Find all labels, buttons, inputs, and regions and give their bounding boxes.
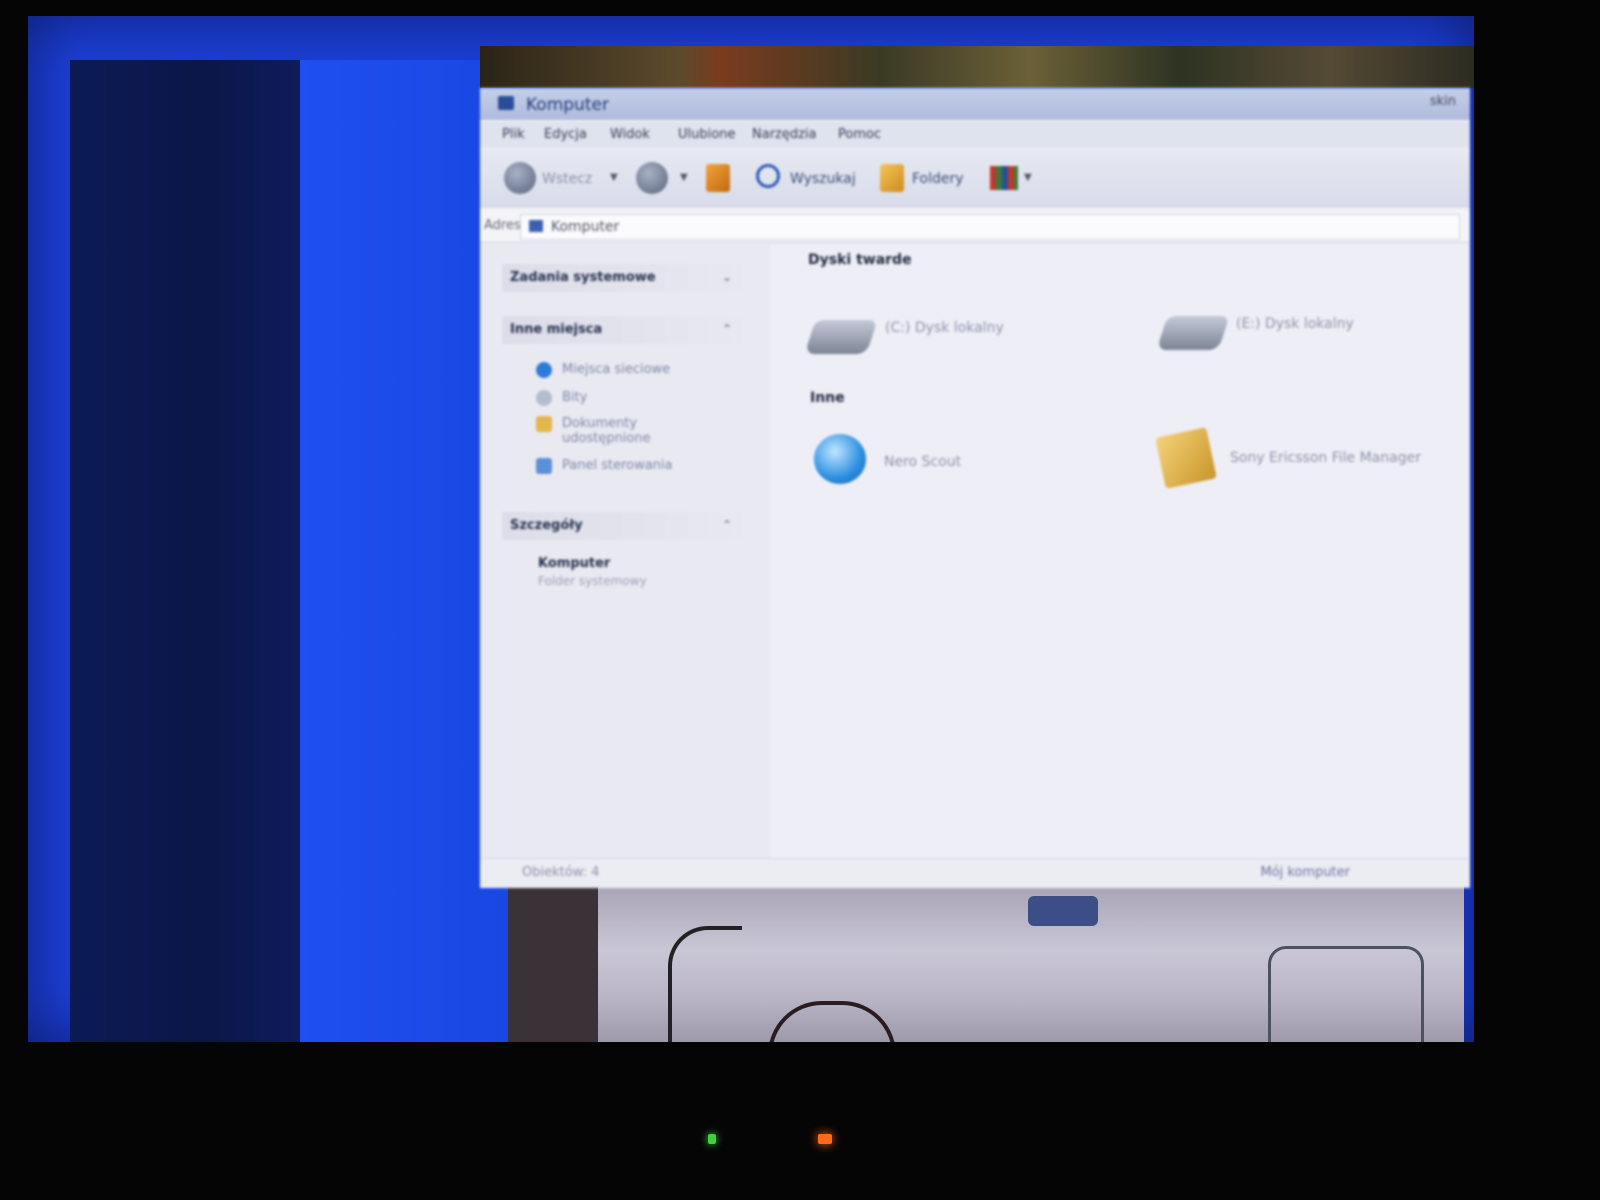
task-pane: Zadania systemowe ⌄ Inne miejsca ⌃ Miejs… (480, 244, 770, 864)
views-icon[interactable] (990, 166, 1018, 190)
computer-icon (498, 96, 514, 110)
menu-item-help[interactable]: Pomoc (838, 127, 881, 142)
menu-item-tools[interactable]: Narzędzia (752, 127, 817, 142)
back-dropdown-arrow[interactable]: ▼ (610, 172, 618, 183)
monitor-screen: Komputer skin Plik Edycja Widok Ulubione… (28, 16, 1474, 1042)
link-bity[interactable]: Bity (562, 390, 587, 405)
status-bar: Obiektów: 4 Mój komputer (480, 858, 1470, 887)
status-led-icon (818, 1134, 832, 1144)
panel-system-tasks[interactable]: Zadania systemowe ⌄ (502, 264, 742, 292)
link-control-panel[interactable]: Panel sterowania (562, 458, 673, 473)
bity-icon (536, 390, 552, 406)
folders-icon[interactable] (880, 164, 904, 192)
file-manager-label[interactable]: Sony Ericsson File Manager (1230, 450, 1421, 466)
panel-other-places[interactable]: Inne miejsca ⌃ (502, 316, 742, 344)
up-folder-icon[interactable] (706, 164, 730, 192)
toolbar: Wstecz ▼ ▼ Wyszukaj Foldery ▼ (480, 150, 1470, 207)
address-value[interactable]: Komputer (551, 219, 619, 235)
panel-details[interactable]: Szczegóły ⌃ (502, 512, 742, 540)
details-description: Folder systemowy (538, 574, 647, 588)
computer-icon (529, 220, 543, 232)
menu-bar: Plik Edycja Widok Ulubione Narzędzia Pom… (480, 122, 1470, 148)
details-name: Komputer (538, 556, 611, 571)
chevron-down-icon[interactable]: ⌄ (722, 270, 732, 284)
folders-button-label[interactable]: Foldery (912, 171, 964, 187)
group-hard-drives: Dyski twarde (808, 252, 912, 268)
search-icon[interactable] (756, 164, 780, 188)
window-title: Komputer (526, 95, 609, 115)
title-bar-right-text: skin (1429, 94, 1456, 109)
search-button-label[interactable]: Wyszukaj (790, 171, 856, 187)
menu-item-edit[interactable]: Edycja (544, 127, 587, 142)
control-panel-icon (536, 458, 552, 474)
wallpaper-photo-bottom (508, 886, 1464, 1042)
chevron-up-icon[interactable]: ⌃ (722, 518, 732, 532)
forward-dropdown-arrow[interactable]: ▼ (680, 172, 688, 183)
panel-title: Szczegóły (510, 518, 583, 533)
folder-icon (536, 416, 552, 432)
back-button-label[interactable]: Wstecz (542, 171, 592, 187)
link-shared-documents[interactable]: Dokumenty udostępnione (562, 416, 682, 446)
panel-title: Inne miejsca (510, 322, 603, 337)
nero-scout-icon[interactable] (814, 434, 866, 484)
wallpaper-photo-top (480, 46, 1474, 88)
address-field[interactable]: Komputer (520, 214, 1460, 240)
nero-scout-label[interactable]: Nero Scout (884, 454, 961, 470)
title-bar[interactable]: Komputer skin (480, 88, 1470, 120)
address-bar: Adres Komputer (480, 210, 1470, 243)
file-manager-icon[interactable] (1155, 427, 1217, 489)
views-dropdown-arrow[interactable]: ▼ (1024, 172, 1032, 183)
back-icon[interactable] (504, 162, 536, 194)
status-location: Mój komputer (1260, 865, 1350, 880)
explorer-window: Komputer skin Plik Edycja Widok Ulubione… (480, 88, 1470, 888)
drive-c-label[interactable]: (C:) Dysk lokalny (885, 320, 1004, 336)
drive-e-label[interactable]: (E:) Dysk lokalny (1236, 316, 1354, 332)
address-label: Adres (484, 218, 521, 233)
panel-title: Zadania systemowe (510, 270, 656, 285)
network-icon (536, 362, 552, 378)
menu-item-view[interactable]: Widok (610, 127, 650, 142)
chevron-up-icon[interactable]: ⌃ (722, 322, 732, 336)
menu-item-file[interactable]: Plik (502, 127, 525, 142)
forward-icon[interactable] (636, 162, 668, 194)
hard-drive-icon[interactable] (804, 320, 878, 354)
link-network-places[interactable]: Miejsca sieciowe (562, 362, 670, 377)
group-other: Inne (810, 390, 845, 406)
power-led-icon (708, 1134, 716, 1144)
status-object-count: Obiektów: 4 (522, 865, 600, 880)
dark-side-strip (70, 60, 300, 1042)
hard-drive-icon[interactable] (1156, 316, 1230, 350)
menu-item-favorites[interactable]: Ulubione (678, 127, 735, 142)
